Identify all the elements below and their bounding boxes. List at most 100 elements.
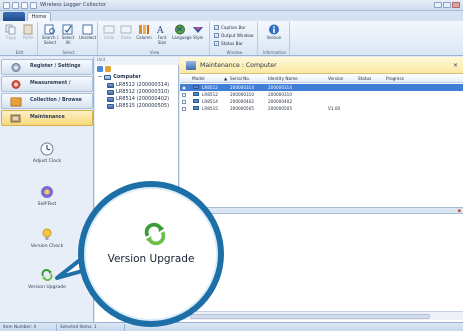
logger-icon [193,99,199,103]
row-checkbox[interactable] [182,99,186,104]
status-bar: Item Number: 4 Selected Items: 1 [0,322,463,331]
collapse-icon[interactable] [105,66,111,72]
column-header-identity[interactable]: Identity Name [268,75,298,83]
nav-measurement-monitoring[interactable]: Measurement / Monitoring [1,76,93,100]
refresh-icon [144,222,166,246]
tree-toolbar [97,66,111,72]
ribbon-group-window: ✓ Caption Bar ✓ Output Window ✓ Status B… [212,22,258,55]
title-bar: Wireless Logger Collector [0,0,463,11]
logger-icon [107,89,114,95]
selected-items-text: Selected Items: 1 [60,324,97,329]
search-select-button[interactable]: Search / Select [41,24,59,45]
minimize-button[interactable] [434,2,442,8]
table-row[interactable]: LR8512 200000314 200000314 [180,84,463,91]
tab-home[interactable]: Home [27,12,51,21]
checkbox-checked-icon: ✓ [214,33,219,38]
logger-icon [193,92,199,96]
callout-label: Version Upgrade [107,253,195,265]
gear-icon [11,63,21,72]
redo-icon[interactable] [21,2,28,9]
save-icon[interactable] [3,2,10,9]
undo-button[interactable]: Undo [101,24,117,41]
tree-device[interactable]: LR8512 (200000310) [107,89,169,95]
style-button[interactable]: Style [190,24,206,41]
ribbon-group-information: Version Information [260,22,290,55]
output-window-checkbox[interactable]: ✓ Output Window [214,33,253,38]
sort-arrow-icon: ▲ [224,76,228,81]
info-icon [269,24,279,35]
caption-bar-checkbox[interactable]: ✓ Caption Bar [214,25,246,30]
tree-device[interactable]: LR8512 (200000314) [107,82,169,88]
paste-button[interactable]: Paste [20,24,36,41]
logger-icon [107,103,114,109]
unselect-button[interactable]: Unselect [78,24,97,41]
tree-root-computer[interactable]: − Computer [98,74,141,80]
nav-collection-browse[interactable]: Collection / Browse [1,93,93,109]
table-row[interactable]: LR8514 200000402 200000402 [180,98,463,105]
checkbox-checked-icon: ✓ [214,25,219,30]
monitor-icon [11,80,21,89]
version-button[interactable]: Version [266,24,282,41]
column-icon [139,25,149,34]
select-all-button[interactable]: Select All [60,24,76,45]
ribbon: Copy Paste Edit Search / Select Select A… [0,21,463,56]
ribbon-group-view: Undo Redo Column A Font Size Language St… [100,22,210,55]
self-test-item[interactable]: Self-Test [0,185,94,207]
computer-icon [104,74,112,80]
quick-access-toolbar [3,2,37,9]
close-icon[interactable]: × [453,57,458,74]
tree-header: Unit [95,57,179,65]
copy-icon [5,24,16,35]
table-row[interactable]: LR8515 200000505 200000505 V1.00 [180,105,463,112]
style-icon [193,27,203,33]
magnifier-callout: Version Upgrade [78,181,224,327]
redo-button[interactable]: Redo [118,24,134,41]
collapse-toggle-icon[interactable]: − [98,74,102,80]
pin-icon[interactable]: ▪ [458,208,461,214]
font-size-button[interactable]: A Font Size [154,24,170,45]
main-pane: Maintenance : Computer × Model ▲ Serial … [180,57,463,322]
status-bar-checkbox[interactable]: ✓ Status Bar [214,41,243,46]
output-window-splitter[interactable]: ▪ [180,207,463,214]
language-icon [175,24,185,35]
window-controls [434,2,460,8]
undo-icon[interactable] [12,2,19,9]
nav-maintenance[interactable]: Maintenance [1,110,93,126]
ribbon-group-edit: Copy Paste Edit [2,22,38,55]
tree-device[interactable]: LR8515 (200000505) [107,103,169,109]
folder-icon [10,97,22,107]
expand-icon[interactable] [97,66,103,72]
ribbon-group-select: Search / Select Select All Unselect Sele… [40,22,98,55]
scrollbar-thumb[interactable] [190,314,430,319]
column-header-progress[interactable]: Progress [386,75,404,83]
column-header-status[interactable]: Status [358,75,371,83]
select-all-icon [62,24,73,35]
window-title: Wireless Logger Collector [40,2,106,8]
search-select-icon [44,24,55,35]
row-checkbox[interactable] [182,92,186,97]
table-header: Model ▲ Serial No. Identity Name Version… [180,75,463,83]
row-checkbox[interactable] [182,106,186,111]
application-menu-button[interactable] [3,12,25,21]
row-checkbox[interactable] [182,85,186,90]
adjust-clock-item[interactable]: Adjust Clock [0,142,94,164]
tree-device[interactable]: LR8514 (200000402) [107,96,169,102]
logger-icon [107,96,114,102]
nav-register-settings[interactable]: Register / Settings [1,59,93,75]
copy-button[interactable]: Copy [3,24,19,41]
column-button[interactable]: Column [136,24,152,41]
group-label-view: View [149,50,160,55]
column-header-serial[interactable]: Serial No. [230,75,250,83]
horizontal-scrollbar[interactable] [180,311,463,320]
group-label-window: Window [226,50,243,55]
group-label-edit: Edit [15,50,24,55]
navigation-pane: Register / Settings Measurement / Monito… [0,57,94,322]
column-header-model[interactable]: Model [192,75,205,83]
close-button[interactable] [452,2,460,8]
table-row[interactable]: LR8512 200000310 200000310 [180,91,463,98]
column-header-version[interactable]: Version [328,75,343,83]
maximize-button[interactable] [443,2,451,8]
dropdown-icon[interactable] [30,2,37,9]
svg-text:A: A [156,26,164,35]
language-button[interactable]: Language [172,24,192,41]
